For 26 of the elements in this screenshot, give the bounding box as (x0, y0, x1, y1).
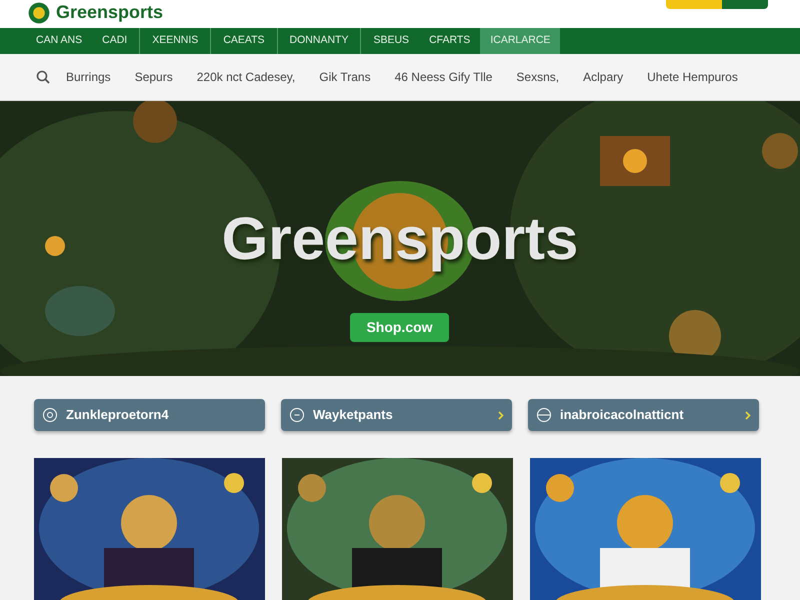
nav-link[interactable]: DONNANTY (280, 28, 358, 54)
nav-link[interactable]: CADI (92, 28, 138, 54)
circle-icon (289, 407, 305, 423)
category-button[interactable]: inabroicacolnatticnt (528, 399, 759, 431)
nav-link[interactable]: XEENNIS (142, 28, 208, 54)
category-button[interactable]: Zunkleproetorn4 (34, 399, 265, 431)
nav-link[interactable]: SBEUS (363, 28, 420, 54)
circle-icon (536, 407, 552, 423)
category-link[interactable]: Gik Trans (307, 68, 383, 86)
category-button[interactable]: Wayketpants (281, 399, 512, 431)
category-link[interactable]: Sexsns, (504, 68, 572, 86)
category-link[interactable]: 46 Neess Gify Tlle (382, 68, 504, 86)
category-link[interactable]: 220k nct Cadesey, (184, 68, 308, 86)
nav-link[interactable]: ICARLARCE (480, 28, 560, 54)
category-link[interactable]: Sepurs (122, 68, 185, 86)
logo-text[interactable]: Greensports (56, 2, 164, 24)
category-link[interactable]: Uhete Hempuros (635, 68, 750, 86)
nav-link[interactable]: CAN ANS (26, 28, 92, 54)
category-link[interactable]: Burrings (54, 68, 123, 86)
search-icon[interactable] (36, 70, 50, 84)
shop-button[interactable]: Shop.cow (350, 313, 449, 342)
logo-icon (28, 2, 50, 24)
nav-link[interactable]: CAEATS (213, 28, 275, 54)
circle-icon (42, 407, 58, 423)
category-link[interactable]: Aclpary (571, 68, 636, 86)
nav-link[interactable]: CFARTS (419, 28, 480, 54)
